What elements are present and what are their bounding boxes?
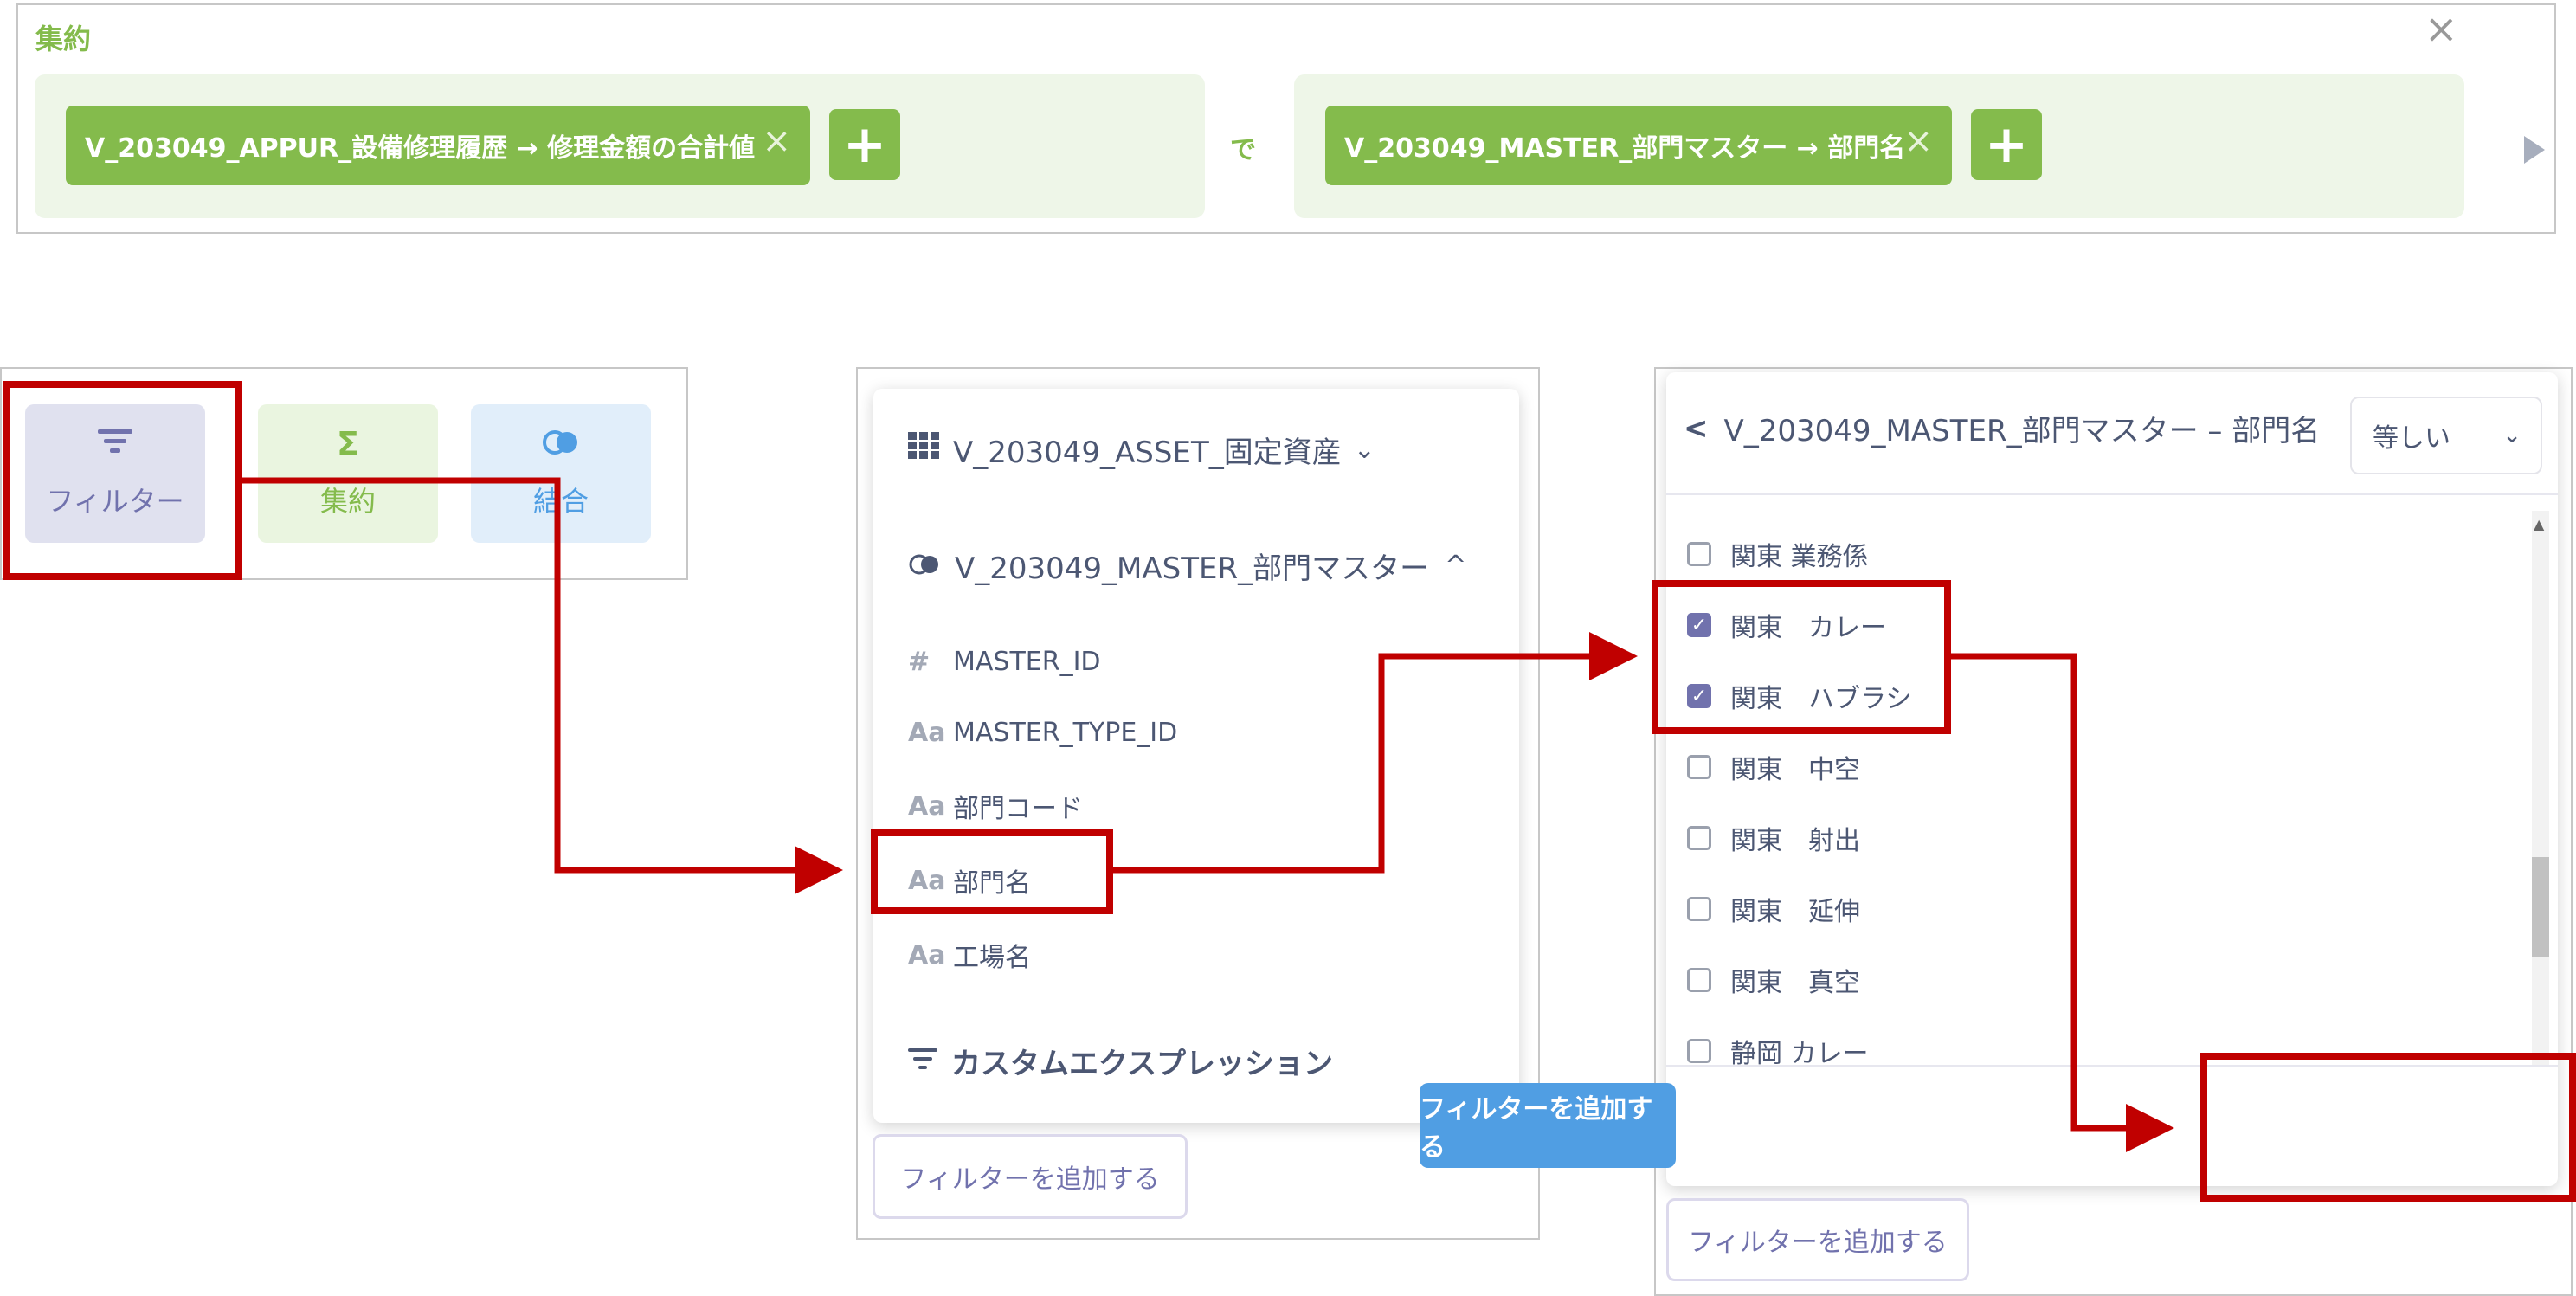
arrow-filter-to-column [242,477,843,894]
annotation-arrows [242,477,2174,1152]
arrow-column-to-values [1113,632,1638,874]
arrow-values-to-apply [1951,653,2174,1152]
